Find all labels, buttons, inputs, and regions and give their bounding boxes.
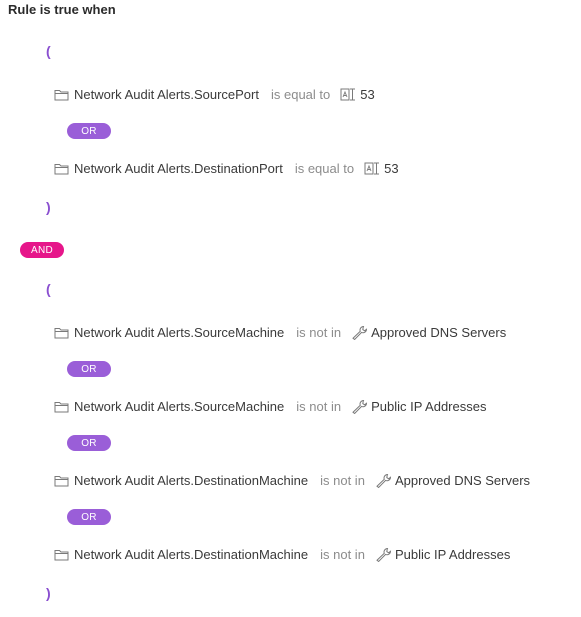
wrench-icon bbox=[376, 473, 391, 488]
condition-value[interactable]: Approved DNS Servers bbox=[395, 473, 530, 488]
condition-field[interactable]: Network Audit Alerts.DestinationMachine bbox=[74, 547, 308, 562]
condition-field[interactable]: Network Audit Alerts.DestinationPort bbox=[74, 161, 283, 176]
or-joiner-pill[interactable]: OR bbox=[67, 361, 111, 377]
folder-icon bbox=[54, 327, 69, 338]
condition-operator[interactable]: is not in bbox=[296, 399, 341, 414]
literal-value-icon bbox=[364, 162, 380, 174]
condition-operator[interactable]: is equal to bbox=[295, 161, 354, 176]
group-1-open-paren: ( bbox=[46, 43, 51, 59]
condition-value[interactable]: Public IP Addresses bbox=[395, 547, 510, 562]
condition-row[interactable]: Network Audit Alerts.SourcePort is equal… bbox=[54, 85, 375, 103]
condition-row[interactable]: Network Audit Alerts.SourceMachine is no… bbox=[54, 323, 506, 341]
condition-operator[interactable]: is not in bbox=[320, 547, 365, 562]
wrench-icon bbox=[376, 547, 391, 562]
condition-row[interactable]: Network Audit Alerts.DestinationPort is … bbox=[54, 159, 399, 177]
folder-icon bbox=[54, 163, 69, 174]
or-joiner-pill[interactable]: OR bbox=[67, 509, 111, 525]
group-2-close-paren: ) bbox=[46, 585, 51, 601]
folder-icon bbox=[54, 549, 69, 560]
condition-row[interactable]: Network Audit Alerts.SourceMachine is no… bbox=[54, 397, 486, 415]
condition-value[interactable]: Public IP Addresses bbox=[371, 399, 486, 414]
condition-row[interactable]: Network Audit Alerts.DestinationMachine … bbox=[54, 545, 510, 563]
group-1-close-paren: ) bbox=[46, 199, 51, 215]
condition-field[interactable]: Network Audit Alerts.SourceMachine bbox=[74, 399, 284, 414]
condition-value[interactable]: 53 bbox=[384, 161, 398, 176]
folder-icon bbox=[54, 89, 69, 100]
condition-value[interactable]: 53 bbox=[360, 87, 374, 102]
condition-value[interactable]: Approved DNS Servers bbox=[371, 325, 506, 340]
condition-operator[interactable]: is not in bbox=[320, 473, 365, 488]
condition-row[interactable]: Network Audit Alerts.DestinationMachine … bbox=[54, 471, 530, 489]
condition-field[interactable]: Network Audit Alerts.SourcePort bbox=[74, 87, 259, 102]
condition-operator[interactable]: is equal to bbox=[271, 87, 330, 102]
condition-field[interactable]: Network Audit Alerts.SourceMachine bbox=[74, 325, 284, 340]
wrench-icon bbox=[352, 399, 368, 414]
rule-title: Rule is true when bbox=[8, 2, 116, 17]
literal-value-icon bbox=[340, 88, 356, 100]
wrench-icon bbox=[352, 325, 368, 340]
condition-operator[interactable]: is not in bbox=[296, 325, 341, 340]
or-joiner-pill[interactable]: OR bbox=[67, 123, 111, 139]
condition-field[interactable]: Network Audit Alerts.DestinationMachine bbox=[74, 473, 308, 488]
folder-icon bbox=[54, 475, 69, 486]
folder-icon bbox=[54, 401, 69, 412]
or-joiner-pill[interactable]: OR bbox=[67, 435, 111, 451]
group-2-open-paren: ( bbox=[46, 281, 51, 297]
and-joiner-pill[interactable]: AND bbox=[20, 242, 64, 258]
